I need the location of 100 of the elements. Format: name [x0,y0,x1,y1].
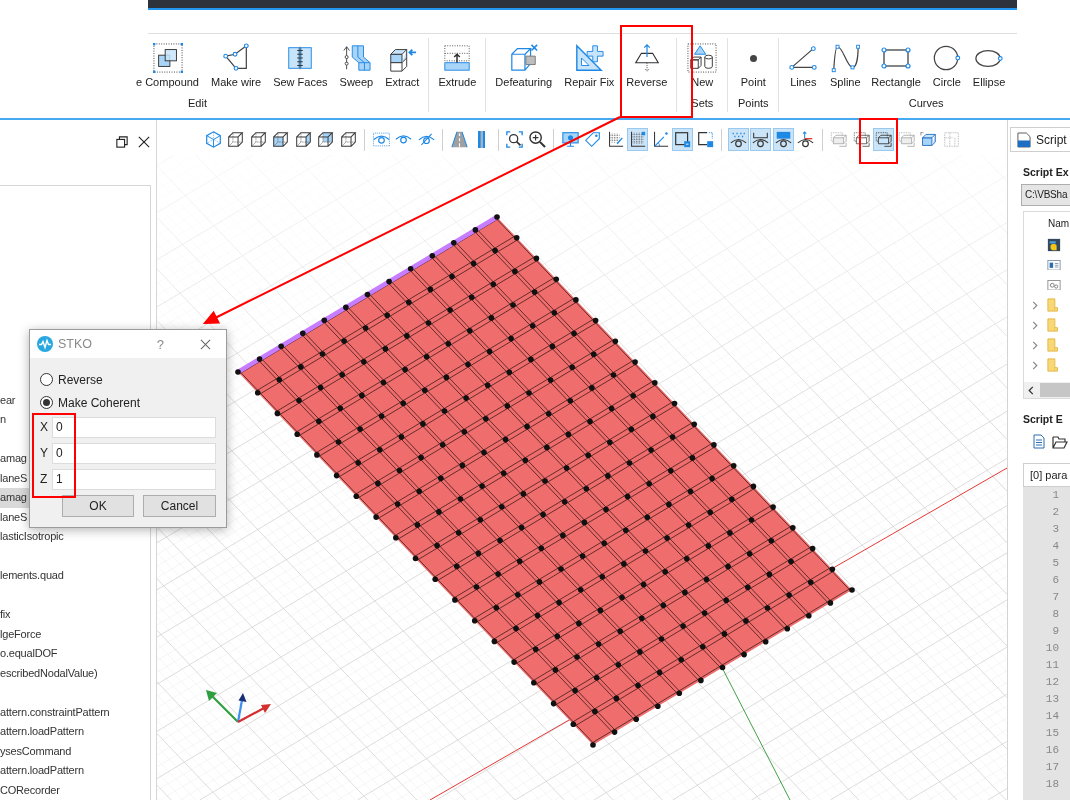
toolbar-button[interactable] [727,128,749,151]
horizontal-scrollbar[interactable] [1024,382,1070,398]
column-header[interactable]: Nam [1048,218,1070,229]
eye-arrow-icon [797,131,814,148]
tag-icon [584,131,601,148]
ribbon-button[interactable]: Reverse [620,34,674,90]
tree-item[interactable]: CORecorder [0,780,150,800]
open-folder-icon[interactable] [1052,434,1068,449]
zoom-fit-icon [506,131,523,148]
tree-item[interactable]: fix [0,605,150,625]
line-number: 4 [1052,539,1059,554]
field-label: X [40,420,49,434]
ribbon-button[interactable]: Extrude [432,34,483,90]
radio-button[interactable] [40,396,53,409]
dialog-button[interactable]: OK [62,495,134,517]
eye-arc-icon [752,131,769,148]
ribbon-button[interactable]: Defeaturing [489,34,559,90]
layers-icon [875,131,892,148]
close-icon[interactable] [138,136,150,148]
eye-icon [395,135,412,144]
scrollbar-thumb[interactable] [1040,383,1070,397]
field-label: Y [40,446,49,460]
shapes-icon [687,43,718,73]
toolbar-button[interactable] [772,128,794,151]
line-number: 8 [1052,607,1059,622]
python-doc-icon [1017,131,1031,148]
tree-item[interactable]: attern.loadPattern [0,722,150,742]
panel-tab[interactable]: Script [1010,127,1070,152]
ribbon-button[interactable]: Spline [824,34,867,90]
tree-item[interactable]: lgeForce [0,624,150,644]
tree-item[interactable]: escribedNodalValue) [0,663,150,683]
grid-axes-icon [606,131,624,148]
ribbon-button[interactable]: Repair Fix [558,34,621,90]
form-file-icon[interactable] [1047,259,1061,271]
toolbar-button[interactable] [750,128,771,151]
tree-item[interactable]: o.equalDOF [0,644,150,664]
radio-button[interactable] [40,373,53,386]
input-field[interactable]: 0 [51,416,216,438]
section-title: Script E [1023,412,1063,426]
tree-item[interactable]: attern.constraintPattern [0,702,150,722]
line-number: 18 [1045,777,1059,792]
ribbon-button[interactable]: Lines [782,34,825,90]
gear-file-icon[interactable] [1047,279,1061,291]
group-label: Edit [188,96,207,111]
path-field[interactable]: C:\VBSha [1021,184,1070,206]
radio-option[interactable]: Reverse [40,368,103,391]
eye-panel-icon [774,131,792,148]
new-file-icon[interactable] [1033,434,1045,449]
square-icon [674,131,691,148]
tree-item[interactable]: ysesCommand [0,741,150,761]
line-number: 16 [1045,743,1059,758]
toolbar-button[interactable] [672,128,693,151]
dialog-title: STKO [58,337,93,351]
ribbon-button[interactable]: Ellipse [967,34,1011,90]
circle-icon [931,43,962,73]
python-file-icon[interactable] [1047,238,1061,252]
toolbar-button[interactable] [504,128,525,151]
line-number: 14 [1045,709,1059,724]
ribbon-button[interactable]: Point [731,34,776,90]
overlap-squares-icon [152,43,183,73]
help-button[interactable]: ? [156,336,164,352]
input-field[interactable]: 0 [51,442,216,464]
tree-item[interactable]: lements.quad [0,566,150,586]
sweep-profile-icon [341,43,372,73]
cube-icon [294,131,312,148]
dialog-button[interactable]: Cancel [143,495,216,517]
ribbon-button[interactable]: e Compound [130,34,205,90]
angle-icon [651,131,669,148]
layers-icon [830,131,847,148]
grid-icon [942,131,960,148]
road-icon [450,131,468,148]
group-label: Curves [908,96,944,111]
line-number: 3 [1052,522,1059,537]
ribbon-button[interactable]: Rectangle [866,34,926,90]
line-number: 5 [1052,556,1059,571]
ribbon-button[interactable]: Make wire [205,34,268,90]
extrude-icon [442,43,473,73]
toolbar-button[interactable] [526,128,548,151]
ribbon-button[interactable]: Extract [379,34,426,90]
radio-option[interactable]: Make Coherent [40,391,141,414]
input-field[interactable]: 1 [51,468,216,490]
highlight-frame [859,118,898,164]
restore-icon[interactable] [116,136,128,148]
layers-icon [852,131,870,148]
zoom-icon [528,131,546,148]
cube-icon [227,131,244,148]
tree-item[interactable]: lasticIsotropic [0,527,150,547]
toolbar-button[interactable] [627,128,648,151]
ribbon-button[interactable]: Circle [925,34,968,90]
ribbon-button[interactable]: Sew Faces [267,34,334,90]
chevron-left-icon[interactable] [1028,385,1034,395]
ribbon-button[interactable]: Sweep [333,34,380,90]
field-label: Z [40,472,49,486]
line-number: 7 [1052,590,1059,605]
box-icon [920,131,937,148]
tree-item[interactable]: attern.loadPattern [0,761,150,781]
line-number: 15 [1045,726,1059,741]
cube-icon [272,131,289,148]
eye-slash-icon [417,133,435,146]
line-number: 12 [1045,675,1059,690]
